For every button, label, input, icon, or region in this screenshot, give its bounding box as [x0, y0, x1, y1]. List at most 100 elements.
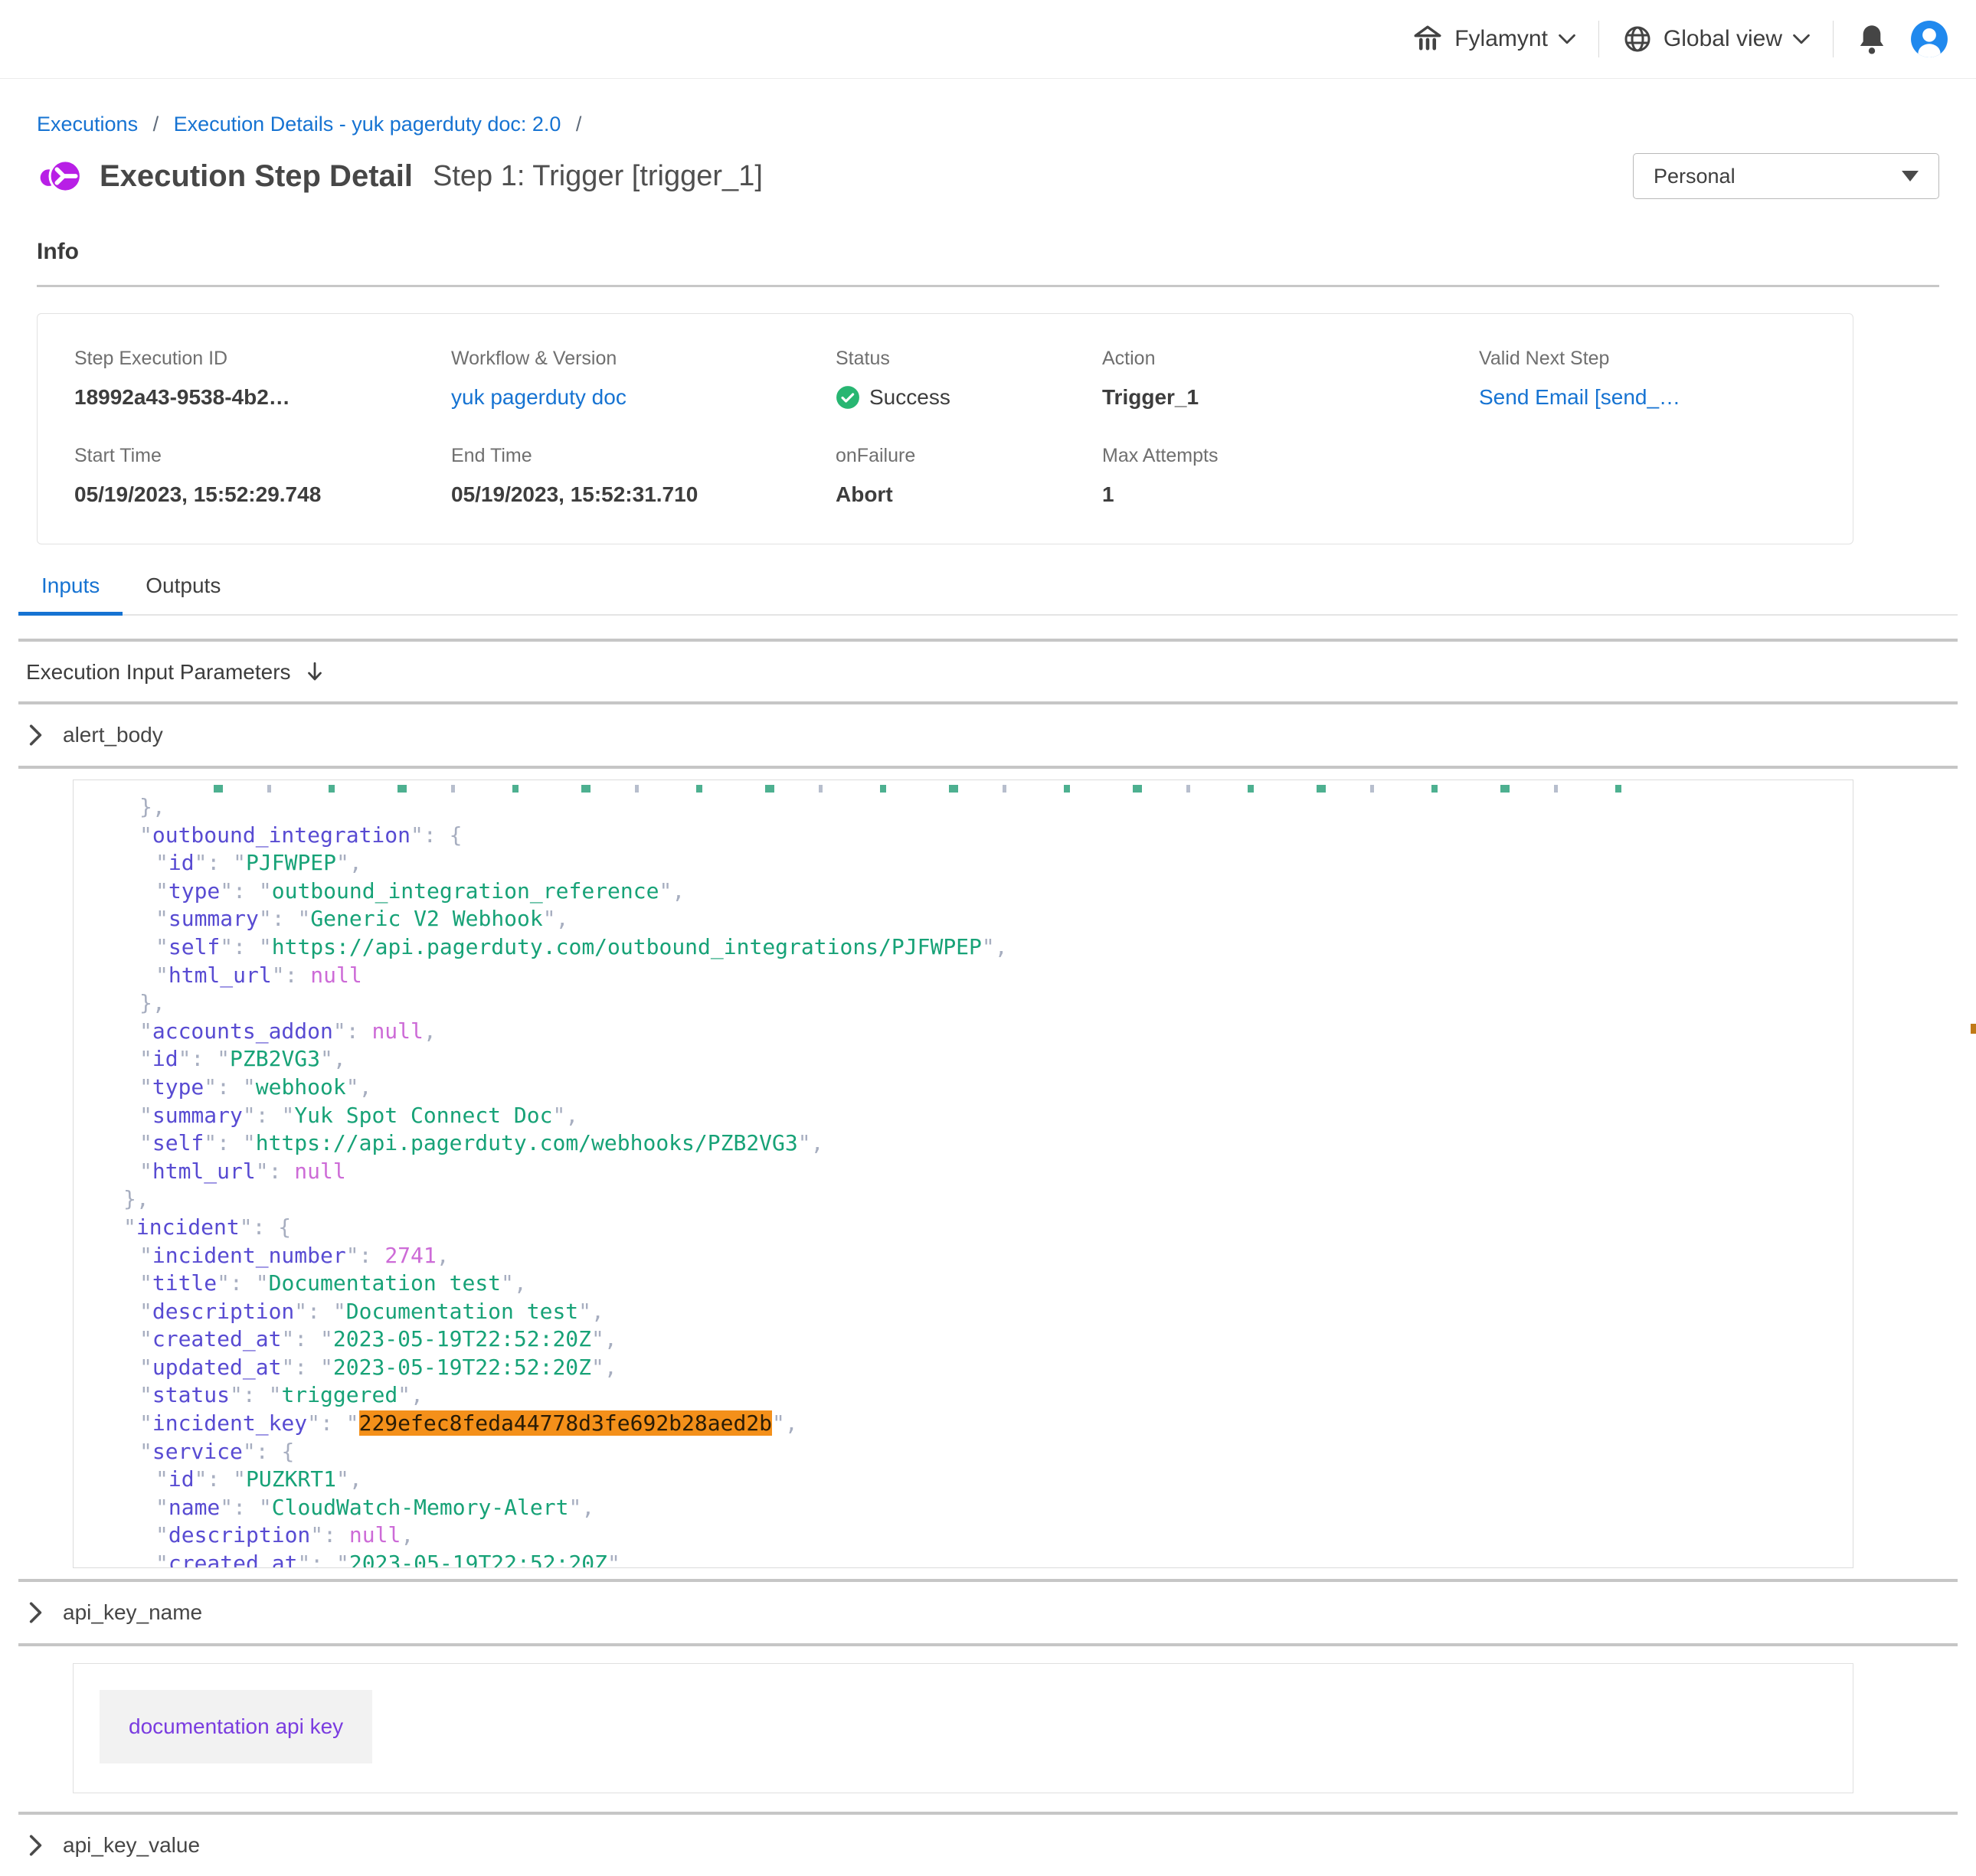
code-line: "self": "https://api.pagerduty.com/webho…: [123, 1129, 1853, 1158]
chevron-down-icon: [1793, 34, 1810, 44]
scope-select-value: Personal: [1654, 165, 1736, 188]
topbar: Fylamynt Global view: [0, 0, 1976, 79]
download-icon[interactable]: [305, 660, 325, 685]
field-label: Step Execution ID: [74, 348, 451, 370]
code-line: "updated_at": "2023-05-19T22:52:20Z",: [123, 1354, 1853, 1382]
code-line: "summary": "Generic V2 Webhook",: [123, 905, 1853, 933]
info-heading: Info: [37, 239, 1939, 265]
scrollbar-find-marker[interactable]: [1971, 1024, 1976, 1034]
code-line: "created_at": "2023-05-19T22:52:20Z",: [123, 1325, 1853, 1354]
chevron-right-icon: [28, 1833, 43, 1858]
divider: [18, 1643, 1958, 1646]
topbar-separator: [1598, 21, 1599, 57]
section-label: alert_body: [63, 723, 163, 747]
code-line: "created_at": "2023-05-19T22:52:20Z": [123, 1550, 1853, 1568]
field-valid-next-step: Valid Next Step Send Email [send_…: [1479, 348, 1837, 410]
code-line: "description": "Documentation test",: [123, 1298, 1853, 1326]
code-line: "outbound_integration": {: [123, 822, 1853, 850]
next-step-link[interactable]: Send Email [send_…: [1479, 385, 1837, 410]
field-max-attempts: Max Attempts 1: [1102, 445, 1479, 507]
breadcrumb-link-execution-details[interactable]: Execution Details - yuk pagerduty doc: 2…: [174, 113, 561, 136]
bell-icon: [1857, 23, 1887, 55]
breadcrumb: Executions / Execution Details - yuk pag…: [37, 113, 1976, 136]
field-start-time: Start Time 05/19/2023, 15:52:29.748: [74, 445, 451, 507]
api-key-name-chip[interactable]: documentation api key: [100, 1690, 372, 1763]
code-line: "id": "PUZKRT1",: [123, 1466, 1853, 1494]
title-row: Execution Step Detail Step 1: Trigger [t…: [37, 153, 1939, 199]
code-line: "title": "Documentation test",: [123, 1270, 1853, 1298]
code-line: "name": "CloudWatch-Memory-Alert",: [123, 1494, 1853, 1522]
chevron-right-icon: [28, 1600, 43, 1625]
field-label: Max Attempts: [1102, 445, 1479, 467]
field-step-execution-id: Step Execution ID 18992a43-9538-4b2…: [74, 348, 451, 410]
field-value: 05/19/2023, 15:52:29.748: [74, 482, 451, 507]
divider: [18, 639, 1958, 642]
workflow-link[interactable]: yuk pagerduty doc: [451, 385, 836, 410]
field-value: Abort: [836, 482, 1102, 507]
params-header-title: Execution Input Parameters: [26, 660, 291, 685]
divider: [37, 285, 1939, 287]
page-subtitle: Step 1: Trigger [trigger_1]: [433, 160, 763, 193]
section-label: api_key_value: [63, 1833, 200, 1858]
org-name: Fylamynt: [1454, 26, 1548, 52]
notifications-button[interactable]: [1857, 23, 1887, 55]
success-check-icon: [836, 385, 860, 410]
code-line: "description": null,: [123, 1521, 1853, 1550]
clipped-code-line: [214, 780, 1669, 793]
code-line: "id": "PJFWPEP",: [123, 849, 1853, 878]
code-line: "html_url": null: [123, 1158, 1853, 1186]
divider: [18, 766, 1958, 769]
code-line: },: [123, 793, 1853, 822]
section-alert-body[interactable]: alert_body: [18, 704, 1958, 766]
chevron-right-icon: [28, 723, 43, 747]
field-onfailure: onFailure Abort: [836, 445, 1102, 507]
code-line: },: [123, 1185, 1853, 1214]
code-line: "type": "outbound_integration_reference"…: [123, 878, 1853, 906]
section-label: api_key_name: [63, 1600, 202, 1625]
execution-step-detail-page: { "topbar": { "org": { "label": "Fylamyn…: [0, 0, 1976, 1819]
code-line: "html_url": null: [123, 962, 1853, 990]
field-value: 1: [1102, 482, 1479, 507]
field-value: Trigger_1: [1102, 385, 1479, 410]
field-label: onFailure: [836, 445, 1102, 467]
caret-down-icon: [1902, 171, 1919, 181]
field-label: End Time: [451, 445, 836, 467]
section-api-key-name[interactable]: api_key_name: [18, 1582, 1958, 1643]
scope-select[interactable]: Personal: [1633, 153, 1939, 199]
section-api-key-value[interactable]: api_key_value: [18, 1815, 1958, 1876]
page-title: Execution Step Detail: [100, 159, 413, 194]
field-label: Start Time: [74, 445, 451, 467]
status-badge: Success: [836, 385, 1102, 410]
field-end-time: End Time 05/19/2023, 15:52:31.710: [451, 445, 836, 507]
field-action: Action Trigger_1: [1102, 348, 1479, 410]
tab-inputs[interactable]: Inputs: [18, 574, 123, 616]
field-label: Valid Next Step: [1479, 348, 1837, 370]
info-card: Step Execution ID 18992a43-9538-4b2… Wor…: [37, 313, 1853, 544]
workflow-step-icon: [37, 153, 83, 199]
code-line: "service": {: [123, 1438, 1853, 1466]
execution-input-parameters-header: Execution Input Parameters: [18, 660, 1958, 701]
breadcrumb-separator: /: [576, 113, 582, 136]
account-menu[interactable]: [1910, 20, 1948, 58]
field-label: Status: [836, 348, 1102, 370]
org-switcher[interactable]: Fylamynt: [1412, 23, 1575, 55]
code-line: "incident": {: [123, 1214, 1853, 1242]
field-value: 18992a43-9538-4b2…: [74, 385, 451, 410]
json-code-viewer[interactable]: },"outbound_integration": {"id": "PJFWPE…: [73, 779, 1853, 1568]
json-code-content: },"outbound_integration": {"id": "PJFWPE…: [123, 780, 1853, 1568]
breadcrumb-link-executions[interactable]: Executions: [37, 113, 138, 136]
status-text: Success: [869, 385, 950, 410]
code-line: },: [123, 989, 1853, 1018]
field-workflow-version: Workflow & Version yuk pagerduty doc: [451, 348, 836, 410]
field-status: Status Success: [836, 348, 1102, 410]
tab-outputs[interactable]: Outputs: [123, 574, 244, 614]
code-line: "id": "PZB2VG3",: [123, 1045, 1853, 1074]
topbar-separator: [1833, 21, 1834, 57]
field-label: Workflow & Version: [451, 348, 836, 370]
avatar: [1910, 20, 1948, 58]
code-line: "self": "https://api.pagerduty.com/outbo…: [123, 933, 1853, 962]
view-switcher[interactable]: Global view: [1622, 24, 1810, 54]
api-key-name-value-box: documentation api key: [73, 1663, 1853, 1793]
code-line: "type": "webhook",: [123, 1074, 1853, 1102]
code-line: "status": "triggered",: [123, 1381, 1853, 1410]
